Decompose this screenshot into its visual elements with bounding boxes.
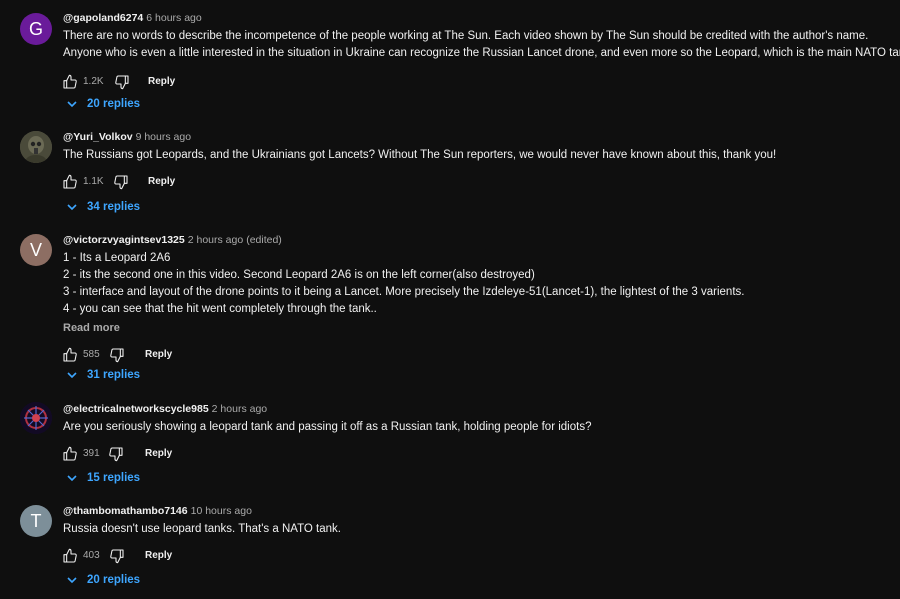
dislike-button[interactable] [111,71,133,93]
thumbs-up-icon [63,446,77,461]
comment-body: @gapoland6274 6 hours ago There are no wo… [63,11,900,93]
comment-text: Russia doesn't use leopard tanks. That's… [63,521,880,538]
view-replies-button[interactable]: 20 replies [67,570,140,590]
view-replies-button[interactable]: 31 replies [67,365,140,385]
like-button[interactable] [59,71,81,93]
replies-count-label: 31 replies [87,369,141,381]
thumbs-up-icon [63,174,77,189]
avatar[interactable]: G [20,13,52,45]
avatar[interactable]: V [20,234,52,266]
comment-line: 2 - its the second one in this video. Se… [63,269,535,281]
like-button[interactable] [59,443,81,465]
read-more-button[interactable]: Read more [63,320,880,336]
like-button[interactable] [59,171,81,193]
avatar-image-icon [20,402,52,434]
comment-text: The Russians got Leopards, and the Ukrai… [63,147,880,164]
reply-button[interactable]: Reply [148,71,175,93]
comment-text: There are no words to describe the incom… [63,28,900,62]
thumbs-down-icon [110,348,124,363]
comment-line: The Russians got Leopards, and the Ukrai… [63,149,777,161]
author-handle[interactable]: @thambomathambo7146 [63,505,188,517]
comment-line: Russia doesn't use leopard tanks. That's… [63,523,341,535]
comment-time[interactable]: 2 hours ago [188,234,243,246]
thumbs-down-icon [110,549,124,564]
dislike-button[interactable] [110,171,132,193]
like-count: 1.1K [83,176,104,187]
chevron-down-icon [67,577,77,584]
thumbs-up-icon [63,548,77,563]
replies-count-label: 34 replies [87,201,141,213]
avatar-image-icon [20,131,52,163]
author-handle[interactable]: @victorzvyagintsev1325 [63,234,185,246]
thumbs-up-icon [63,74,77,89]
author-handle[interactable]: @electricalnetworkscycle985 [63,403,209,415]
like-count: 403 [83,550,100,561]
chevron-down-icon [67,204,77,211]
dislike-button[interactable] [105,443,127,465]
like-count: 391 [83,448,100,459]
comment-text: Are you seriously showing a leopard tank… [63,419,880,436]
chevron-down-icon [67,101,77,108]
chevron-down-icon [67,475,77,482]
like-count: 1.2K [83,76,104,87]
comment-line: 3 - interface and layout of the drone po… [63,286,745,298]
edited-label: (edited) [246,234,282,246]
comment-line: Anyone who is even a little interested i… [63,47,900,59]
comment-header: @Yuri_Volkov 9 hours ago [63,130,880,144]
view-replies-button[interactable]: 20 replies [67,94,140,114]
comment-actions: 585 Reply [63,344,880,366]
reply-button[interactable]: Reply [148,171,175,193]
thumbs-down-icon [114,175,128,190]
thumbs-down-icon [115,75,129,90]
comment-actions: 1.2K Reply [63,71,880,93]
reply-button[interactable]: Reply [145,344,172,366]
comment-header: @thambomathambo7146 10 hours ago [63,504,880,518]
comment-time[interactable]: 2 hours ago [212,403,267,415]
reply-button[interactable]: Reply [145,443,172,465]
view-replies-button[interactable]: 34 replies [67,197,140,217]
dislike-button[interactable] [106,545,128,567]
replies-count-label: 15 replies [87,472,141,484]
dislike-button[interactable] [106,344,128,366]
comment-header: @electricalnetworkscycle985 2 hours ago [63,402,880,416]
comment-body: @Yuri_Volkov 9 hours ago The Russians got… [63,130,880,193]
comment-time[interactable]: 10 hours ago [191,505,252,517]
view-replies-button[interactable]: 15 replies [67,468,140,488]
replies-count-label: 20 replies [87,574,141,586]
comment-time[interactable]: 6 hours ago [146,12,201,24]
avatar[interactable]: T [20,505,52,537]
avatar[interactable] [20,402,52,434]
comment-header: @gapoland6274 6 hours ago [63,11,880,25]
comment-text: 1 - Its a Leopard 2A6 2 - its the second… [63,250,880,318]
comment-body: @thambomathambo7146 10 hours ago Russia d… [63,504,880,567]
replies-count-label: 20 replies [87,98,141,110]
comment-actions: 403 Reply [63,545,880,567]
like-button[interactable] [59,344,81,366]
comment-header: @victorzvyagintsev1325 2 hours ago (edited… [63,233,880,247]
author-handle[interactable]: @gapoland6274 [63,12,143,24]
chevron-down-icon [67,372,77,379]
reply-button[interactable]: Reply [145,545,172,567]
avatar[interactable] [20,131,52,163]
comment-line: There are no words to describe the incom… [63,30,869,42]
comment-actions: 1.1K Reply [63,171,880,193]
like-button[interactable] [59,545,81,567]
thumbs-down-icon [109,447,123,462]
comment-body: @victorzvyagintsev1325 2 hours ago (edited… [63,233,880,366]
author-handle[interactable]: @Yuri_Volkov [63,131,133,143]
thumbs-up-icon [63,347,77,362]
comment-line: 1 - Its a Leopard 2A6 [63,252,171,264]
like-count: 585 [83,349,100,360]
comment-line: Are you seriously showing a leopard tank… [63,421,592,433]
comment-line: 4 - you can see that the hit went comple… [63,303,377,315]
comment-time[interactable]: 9 hours ago [136,131,191,143]
comment-body: @electricalnetworkscycle985 2 hours ago A… [63,402,880,465]
comment-actions: 391 Reply [63,443,880,465]
